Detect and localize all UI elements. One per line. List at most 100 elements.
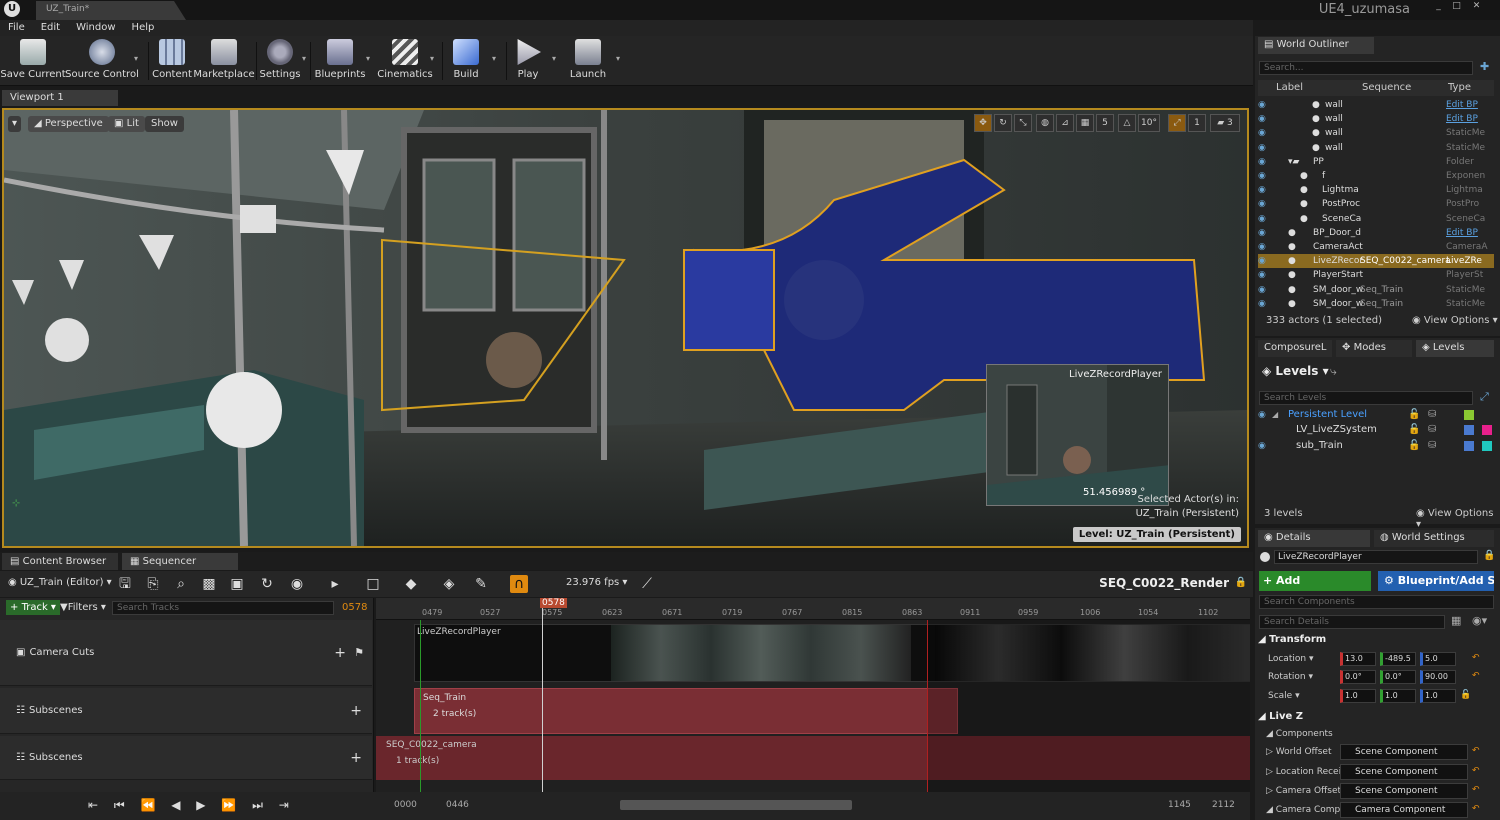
playhead-label[interactable]: 0578 [540, 598, 567, 608]
reset-icon[interactable]: ↶ [1472, 746, 1480, 756]
visibility-icon[interactable]: ◉ [1258, 256, 1272, 266]
visibility-icon[interactable]: ◉ [1258, 185, 1272, 195]
add-icon[interactable]: + [334, 645, 346, 661]
render-movie-icon[interactable]: ▩ [200, 575, 218, 593]
lock-icon[interactable]: 🔒 [1235, 577, 1247, 588]
scale-z[interactable]: 1.0 [1420, 689, 1456, 703]
menu-help[interactable]: Help [132, 20, 155, 36]
grid-snap-icon[interactable]: ▦ [1076, 114, 1094, 132]
visibility-icon[interactable]: ◉ [1258, 157, 1272, 167]
col-sequence[interactable]: Sequence [1362, 82, 1411, 93]
eye-icon[interactable]: ◉▾ [1472, 614, 1487, 627]
lock-icon[interactable]: 🔓 [1408, 424, 1420, 435]
outliner-row[interactable]: ◉ ● f Exponen [1258, 169, 1494, 183]
scale-icon[interactable]: ⤡ [1014, 114, 1032, 132]
rotation-y[interactable]: 0.0° [1380, 670, 1416, 684]
edit-icon[interactable]: ✎ [472, 575, 490, 593]
curve-editor-icon[interactable]: ⟋ [638, 575, 656, 593]
outliner-row[interactable]: ◉ ● SM_door_w Seq_Train StaticMe [1258, 297, 1494, 311]
tab-content-browser[interactable]: ▤ Content Browser [2, 553, 118, 570]
livez-header[interactable]: ◢ Live Z [1258, 711, 1303, 722]
outliner-row[interactable]: ◉ ▾▰ PP Folder [1258, 155, 1494, 169]
menu-file[interactable]: File [8, 20, 25, 36]
component-dropdown[interactable]: Camera Component [1340, 802, 1468, 818]
find-in-content-icon[interactable]: ⌕ [172, 575, 190, 593]
editor-selector[interactable]: ◉ UZ_Train (Editor) ▾ [8, 577, 112, 588]
dropdown-arrow-icon[interactable]: ▾ [492, 54, 496, 63]
start-marker[interactable] [420, 620, 421, 792]
levels-settings-icon[interactable]: ⤢ [1480, 390, 1489, 404]
dropdown-arrow-icon[interactable]: ▾ [430, 54, 434, 63]
fps-selector[interactable]: 23.976 fps ▾ [566, 577, 627, 588]
outliner-row[interactable]: ◉ ● SceneCa SceneCa [1258, 212, 1494, 226]
source-control-button[interactable]: Source Control [65, 36, 139, 84]
save-level-icon[interactable]: ⛁ [1428, 440, 1436, 451]
angle-value[interactable]: 10° [1138, 114, 1160, 132]
level-blueprint-icon[interactable] [1464, 440, 1474, 451]
visibility-icon[interactable]: ◉ [1258, 128, 1272, 138]
dropdown-arrow-icon[interactable]: ▾ [302, 54, 306, 63]
scale-label[interactable]: Scale ▾ [1268, 691, 1300, 701]
components-header[interactable]: ◢ Components [1266, 729, 1333, 739]
visibility-icon[interactable]: ◉ [1258, 285, 1272, 295]
visibility-icon[interactable]: ◉ [1258, 270, 1272, 280]
track-subscenes-2[interactable]: ☷ Subscenes + [0, 736, 372, 780]
lock-icon[interactable]: 🔓 [1408, 409, 1420, 420]
close-button[interactable]: ✕ [1471, 1, 1482, 12]
viewport-tab[interactable]: Viewport 1 [2, 90, 118, 106]
visibility-icon[interactable]: ◉ [1258, 171, 1272, 181]
levels-dropdown[interactable]: ◈ Levels ▾ [1262, 364, 1329, 378]
component-dropdown[interactable]: Scene Component [1340, 764, 1468, 780]
scale-value[interactable]: 1 [1188, 114, 1206, 132]
end-marker[interactable] [927, 620, 928, 792]
outliner-search-input[interactable]: Search... [1259, 61, 1473, 75]
outliner-row[interactable]: ◉ ● PostProc PostPro [1258, 197, 1494, 211]
lock-scale-icon[interactable]: 🔓 [1460, 690, 1471, 700]
play-options-icon[interactable]: ▸ [326, 575, 344, 593]
dropdown-arrow-icon[interactable]: ▾ [366, 54, 370, 63]
playback-options-icon[interactable]: ◉ [288, 575, 306, 593]
save-level-icon[interactable]: ⛁ [1428, 424, 1436, 435]
visibility-icon[interactable]: ◉ [1258, 114, 1272, 124]
show-button[interactable]: Show [145, 116, 184, 132]
sequencer-timeline[interactable]: 0479 0527 0575 0623 0671 0719 0767 0815 … [376, 598, 1250, 792]
tab-world-settings[interactable]: ◍ World Settings [1374, 530, 1494, 547]
add-component-button[interactable]: + Add Component ▾ [1259, 571, 1371, 607]
edit-blueprint-link[interactable]: Edit BP [1446, 100, 1494, 110]
location-z[interactable]: 5.0 [1420, 652, 1456, 666]
outliner-view-options[interactable]: ◉ View Options ▾ [1412, 315, 1498, 326]
lock-icon[interactable]: 🔓 [1408, 440, 1420, 451]
scale-x[interactable]: 1.0 [1340, 689, 1376, 703]
visibility-icon[interactable]: ◉ [1258, 214, 1272, 224]
content-button[interactable]: Content [152, 36, 192, 84]
maximize-button[interactable]: □ [1451, 1, 1462, 12]
add-icon[interactable]: + [350, 750, 362, 766]
time-ruler[interactable]: 0479 0527 0575 0623 0671 0719 0767 0815 … [376, 598, 1250, 620]
dropdown-arrow-icon[interactable]: ▾ [616, 54, 620, 63]
auto-key-icon[interactable]: ◈ [440, 575, 458, 593]
save-current-button[interactable]: Save Current [0, 36, 66, 84]
playhead-line[interactable] [542, 608, 543, 792]
grid-value[interactable]: 5 [1096, 114, 1114, 132]
dropdown-arrow-icon[interactable]: ▾ [134, 54, 138, 63]
camera-speed[interactable]: ▰ 3 [1210, 114, 1240, 132]
expand-icon[interactable]: ◢ [1272, 410, 1288, 419]
range-in[interactable]: 0446 [446, 800, 469, 810]
level-row-persistent[interactable]: ◉ ◢ Persistent Level 🔓 ⛁ [1258, 407, 1494, 422]
outliner-row[interactable]: ◉ ● BP_Door_d Edit BP [1258, 226, 1494, 240]
track-camera-cuts[interactable]: ▣ Camera Cuts + ⚑ [0, 620, 372, 686]
level-color-swatch[interactable] [1482, 424, 1492, 435]
add-icon[interactable]: + [350, 703, 362, 719]
col-type[interactable]: Type [1448, 82, 1471, 93]
menu-edit[interactable]: Edit [41, 20, 60, 36]
outliner-row[interactable]: ◉ ● SM_door_w Seq_Train StaticMe [1258, 283, 1494, 297]
level-blueprint-icon[interactable] [1464, 424, 1474, 435]
actor-name-field[interactable]: LiveZRecordPlayer [1274, 550, 1478, 564]
level-color-swatch[interactable] [1482, 440, 1492, 451]
outliner-row[interactable]: ◉ ● Lightma Lightma [1258, 183, 1494, 197]
lock-icon[interactable]: 🔒 [1483, 550, 1495, 561]
timeline-scrollbar[interactable] [620, 800, 852, 810]
snap-magnet-icon[interactable]: ∩ [510, 575, 528, 593]
marketplace-button[interactable]: Marketplace [193, 36, 255, 84]
rotation-x[interactable]: 0.0° [1340, 670, 1376, 684]
